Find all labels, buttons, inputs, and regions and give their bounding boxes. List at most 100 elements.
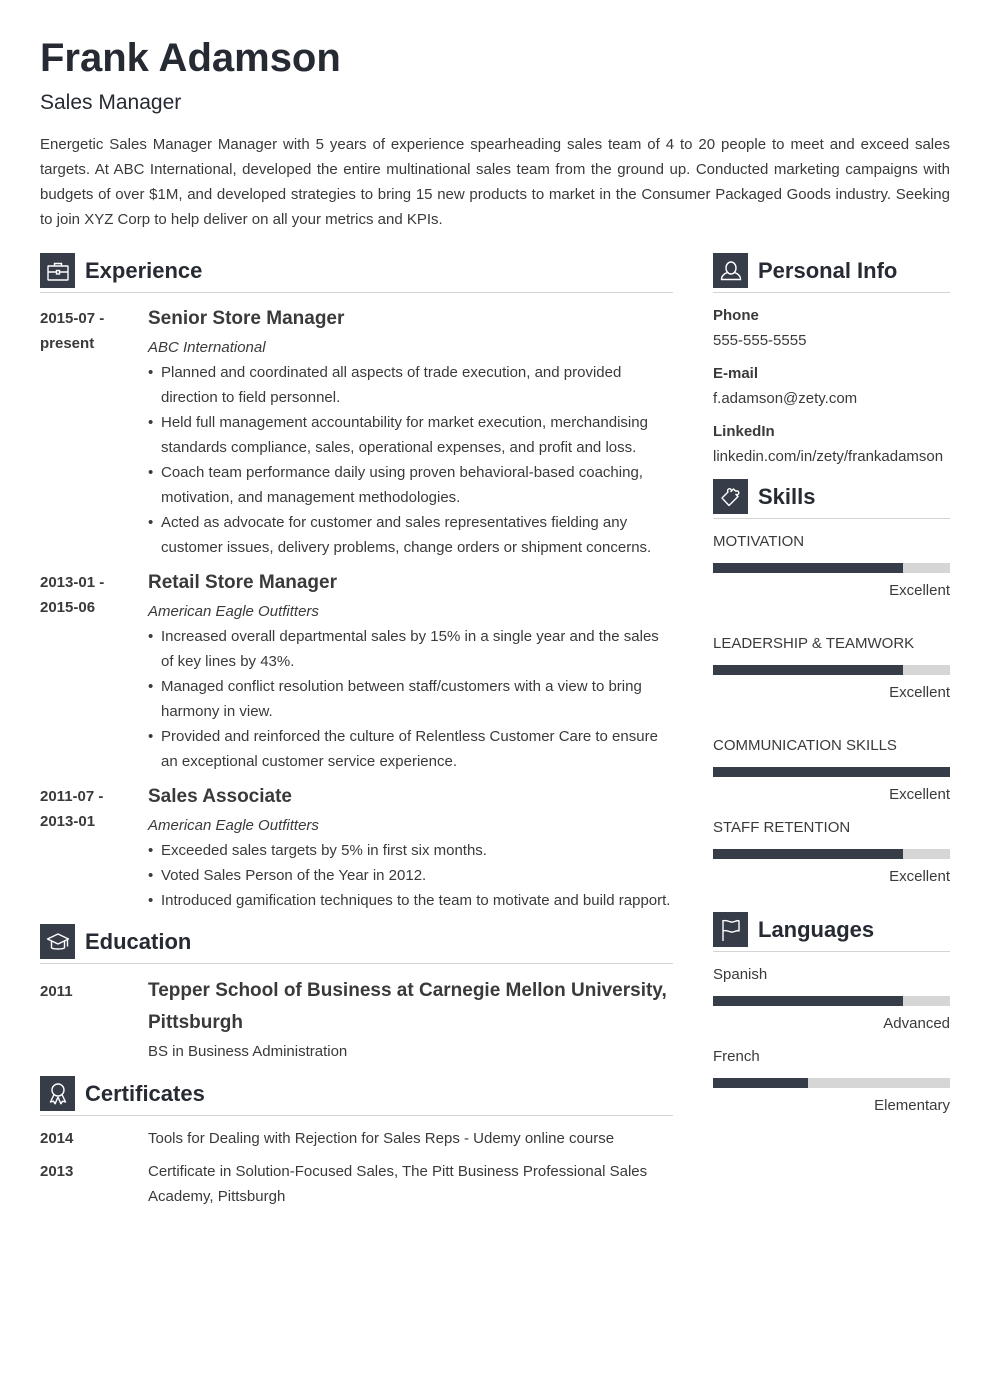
date-end: present <box>40 335 95 352</box>
experience-body: Sales Associate American Eagle Outfitter… <box>148 784 673 913</box>
experience-bullet: Acted as advocate for customer and sales… <box>148 510 673 560</box>
language-level: Elementary <box>874 1097 950 1114</box>
linkedin-label: LinkedIn <box>713 423 775 440</box>
award-ribbon-icon <box>40 1076 75 1111</box>
phone-label: Phone <box>713 307 759 324</box>
company-name: American Eagle Outfitters <box>148 603 319 620</box>
puzzle-piece-icon <box>713 479 748 514</box>
personal-info-header: Personal Info <box>713 253 950 288</box>
section-divider <box>40 1115 673 1116</box>
experience-dates: 2015-07 - present <box>40 306 148 560</box>
experience-entry: 2013-01 - 2015-06 Retail Store Manager A… <box>40 570 673 774</box>
flag-icon <box>713 912 748 947</box>
skill-level-bar <box>713 665 950 675</box>
education-degree: BS in Business Administration <box>148 1043 348 1060</box>
experience-entry: 2015-07 - present Senior Store Manager A… <box>40 306 673 560</box>
experience-bullet: Provided and reinforced the culture of R… <box>148 724 673 774</box>
certificate-text: Certificate in Solution-Focused Sales, T… <box>148 1163 648 1205</box>
education-heading: Education <box>85 928 192 954</box>
experience-dates: 2011-07 - 2013-01 <box>40 784 148 913</box>
date-end: 2013-01 <box>40 813 96 830</box>
language-item: French Elementary <box>713 1047 950 1116</box>
job-title: Senior Store Manager <box>148 308 345 329</box>
left-column: Experience 2015-07 - present Senior Stor… <box>40 253 673 1209</box>
language-level-bar <box>713 1078 950 1088</box>
date-end: 2015-06 <box>40 599 96 616</box>
skills-section: Skills MOTIVATION Excellent LEADERSHIP & … <box>713 479 950 887</box>
skill-name: MOTIVATION <box>713 533 805 550</box>
section-divider <box>40 292 673 293</box>
skill-item: LEADERSHIP & TEAMWORK Excellent <box>713 634 950 703</box>
certificates-header: Certificates <box>40 1076 673 1111</box>
experience-section: Experience 2015-07 - present Senior Stor… <box>40 253 673 913</box>
graduation-cap-icon <box>40 924 75 959</box>
experience-list: 2015-07 - present Senior Store Manager A… <box>40 306 673 913</box>
education-entry: 2011 Tepper School of Business at Carneg… <box>40 979 673 1064</box>
language-level: Advanced <box>883 1015 950 1032</box>
phone-field: Phone 555-555-5555 <box>713 306 950 351</box>
experience-bullet: Held full management accountability for … <box>148 410 673 460</box>
experience-bullet: Voted Sales Person of the Year in 2012. <box>148 863 673 888</box>
language-name: French <box>713 1048 760 1065</box>
skill-level-bar <box>713 849 950 859</box>
skill-name: COMMUNICATION SKILLS <box>713 737 897 754</box>
skill-level-bar <box>713 767 950 777</box>
section-divider <box>40 963 673 964</box>
experience-bullets: Exceeded sales targets by 5% in first si… <box>148 838 673 913</box>
phone-value: 555-555-5555 <box>713 332 807 349</box>
linkedin-value: linkedin.com/in/zety/frankadamson <box>713 448 944 465</box>
bar-fill <box>713 665 903 675</box>
experience-bullet: Increased overall departmental sales by … <box>148 624 673 674</box>
experience-bullet: Planned and coordinated all aspects of t… <box>148 360 673 410</box>
company-name: American Eagle Outfitters <box>148 817 319 834</box>
skill-level-bar <box>713 563 950 573</box>
experience-body: Senior Store Manager ABC International P… <box>148 306 673 560</box>
experience-heading: Experience <box>85 257 203 283</box>
email-label: E-mail <box>713 365 759 382</box>
resume-title: Sales Manager <box>40 91 182 114</box>
languages-section: Languages Spanish Advanced French Element… <box>713 912 950 1116</box>
language-level-bar <box>713 996 950 1006</box>
personal-info-heading: Personal Info <box>758 257 898 283</box>
resume-name: Frank Adamson <box>40 36 341 80</box>
education-year: 2011 <box>40 983 73 1000</box>
summary: Energetic Sales Manager Manager with 5 y… <box>40 136 950 228</box>
languages-header: Languages <box>713 912 950 947</box>
experience-bullet: Exceeded sales targets by 5% in first si… <box>148 838 673 863</box>
language-item: Spanish Advanced <box>713 965 950 1034</box>
certificate-text: Tools for Dealing with Rejection for Sal… <box>148 1130 615 1147</box>
skill-level: Excellent <box>889 868 950 885</box>
experience-bullet: Coach team performance daily using prove… <box>148 460 673 510</box>
certificates-heading: Certificates <box>85 1080 205 1106</box>
skill-name: STAFF RETENTION <box>713 819 851 836</box>
date-start: 2011-07 - <box>40 788 104 805</box>
date-start: 2015-07 - <box>40 310 105 327</box>
certificates-section: Certificates 2014 Tools for Dealing with… <box>40 1076 673 1209</box>
education-school: Tepper School of Business at Carnegie Me… <box>148 980 667 1033</box>
linkedin-field: LinkedIn linkedin.com/in/zety/frankadams… <box>713 422 950 467</box>
job-title: Retail Store Manager <box>148 572 337 593</box>
company-name: ABC International <box>148 339 266 356</box>
experience-bullets: Planned and coordinated all aspects of t… <box>148 360 673 560</box>
skill-name: LEADERSHIP & TEAMWORK <box>713 635 915 652</box>
certificate-entry: 2013 Certificate in Solution-Focused Sal… <box>40 1159 673 1209</box>
skill-level: Excellent <box>889 684 950 701</box>
languages-list: Spanish Advanced French Elementary <box>713 965 950 1116</box>
bar-fill <box>713 767 950 777</box>
section-divider <box>713 518 950 519</box>
experience-bullet: Managed conflict resolution between staf… <box>148 674 673 724</box>
experience-body: Retail Store Manager American Eagle Outf… <box>148 570 673 774</box>
date-start: 2013-01 - <box>40 574 105 591</box>
person-icon <box>713 253 748 288</box>
certificate-entry: 2014 Tools for Dealing with Rejection fo… <box>40 1126 673 1151</box>
job-title: Sales Associate <box>148 786 292 807</box>
bar-fill <box>713 1078 808 1088</box>
bar-fill <box>713 563 903 573</box>
email-value: f.adamson@zety.com <box>713 390 858 407</box>
section-divider <box>713 292 950 293</box>
skill-level: Excellent <box>889 786 950 803</box>
personal-info-section: Personal Info Phone 555-555-5555 E-mail … <box>713 253 950 467</box>
education-section: Education 2011 Tepper School of Business… <box>40 924 673 1064</box>
section-divider <box>713 951 950 952</box>
skills-header: Skills <box>713 479 950 514</box>
